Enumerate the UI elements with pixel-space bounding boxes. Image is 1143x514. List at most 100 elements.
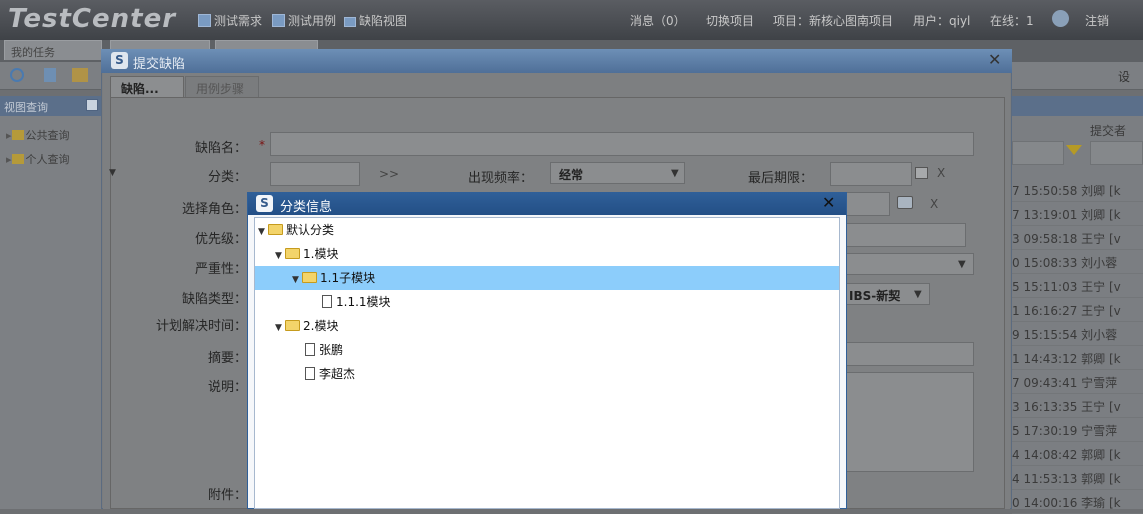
nav-defect-view[interactable]: 缺陷视图	[344, 12, 407, 29]
tree-node-root[interactable]: ▼ 默认分类	[258, 218, 334, 242]
clear-role-button[interactable]: X	[930, 197, 938, 211]
tree-node-submodule[interactable]: ▼ 1.1子模块	[292, 266, 375, 290]
category-pick-button[interactable]: >>	[379, 167, 399, 181]
grid-row[interactable]: 1 14:43:12 郭卿 [k	[1012, 346, 1143, 370]
grid-col-submitter[interactable]: 提交者	[1090, 122, 1126, 139]
defect-type-value: IBS-新契	[849, 289, 901, 303]
tree-node-submodule-label: 1.1子模块	[320, 271, 376, 285]
defect-view-icon	[344, 17, 356, 27]
close-icon[interactable]: ✕	[988, 50, 1001, 69]
sidebar-item-public-label: 公共查询	[25, 129, 70, 142]
sidebar-item-personal-query[interactable]: ▸ 个人查询	[6, 151, 70, 167]
nav-defect-view-label: 缺陷视图	[359, 14, 408, 28]
grid-row[interactable]: 3 09:58:18 王宁 [v	[1012, 226, 1143, 250]
nav-testcases-label: 测试用例	[288, 14, 337, 28]
role-input[interactable]	[846, 192, 890, 216]
sidebar-item-public-query[interactable]: ▸ 公共查询	[6, 127, 70, 143]
bg-grid-header-bar	[1012, 96, 1143, 116]
calendar-icon[interactable]	[915, 167, 928, 179]
refresh-icon[interactable]	[10, 68, 24, 82]
grid-row[interactable]: 7 13:19:01 刘卿 [k	[1012, 202, 1143, 226]
logout-link[interactable]: 注销	[1085, 12, 1109, 29]
nav-requirements-label: 测试需求	[214, 14, 263, 28]
users-icon[interactable]	[72, 68, 88, 82]
testcases-icon	[272, 14, 285, 27]
file-icon	[322, 295, 332, 308]
tab-case-steps[interactable]: 用例步骤	[185, 76, 259, 98]
close-icon[interactable]: ✕	[822, 193, 835, 212]
label-defect-name: 缺陷名：	[194, 141, 247, 156]
settings-link[interactable]: 设	[1118, 68, 1130, 85]
tree-node-file-zhangpeng[interactable]: 张鹏	[305, 338, 343, 362]
grid-row[interactable]: 3 16:13:35 王宁 [v	[1012, 394, 1143, 418]
expand-arrow-icon[interactable]: ▼	[292, 268, 302, 292]
required-mark: *	[259, 138, 265, 152]
logout-icon[interactable]	[1052, 10, 1069, 27]
grid-row[interactable]: 4 11:53:13 郭卿 [k	[1012, 466, 1143, 490]
bg-tab-my-tasks[interactable]: 我的任务	[4, 40, 102, 60]
grid-row[interactable]: 7 09:43:41 宁雪萍	[1012, 370, 1143, 394]
frequency-select[interactable]: 经常	[550, 162, 685, 184]
grid-row[interactable]: 1 16:16:27 王宁 [v	[1012, 298, 1143, 322]
expand-arrow-icon[interactable]: ▼	[275, 316, 285, 340]
grid-filter-input-2[interactable]	[1090, 141, 1143, 165]
file-icon	[305, 367, 315, 380]
collapse-toggle-icon[interactable]: ▼	[109, 168, 116, 178]
grid-filter-input[interactable]	[1012, 141, 1064, 165]
tree-node-root-label: 默认分类	[286, 223, 335, 237]
dialog-logo-icon: S	[111, 52, 128, 69]
filter-icon[interactable]	[44, 68, 56, 82]
clear-deadline-button[interactable]: X	[937, 166, 945, 180]
grid-row[interactable]: 7 15:50:58 刘卿 [k	[1012, 178, 1143, 202]
expand-arrow-icon[interactable]: ▼	[275, 244, 285, 268]
funnel-icon[interactable]	[1066, 145, 1082, 155]
grid-row[interactable]: 4 14:08:42 郭卿 [k	[1012, 442, 1143, 466]
nav-testcases[interactable]: 测试用例	[272, 12, 336, 29]
expand-arrow-icon[interactable]: ▼	[258, 220, 268, 244]
label-frequency: 出现频率：	[468, 171, 534, 186]
label-category: 分类：	[207, 170, 247, 185]
app-logo: TestCenter	[8, 4, 177, 34]
nav-requirements[interactable]: 测试需求	[198, 12, 262, 29]
grid-row[interactable]: 0 14:00:16 李瑜 [k	[1012, 490, 1143, 514]
folder-icon	[268, 224, 283, 235]
chevron-down-icon[interactable]: ▼	[914, 289, 922, 300]
file-icon	[305, 343, 315, 356]
folder-icon	[302, 272, 317, 283]
frequency-value: 经常	[559, 168, 584, 182]
tree-node-module1[interactable]: ▼ 1.模块	[275, 242, 338, 266]
summary-input[interactable]	[846, 342, 974, 366]
tree-node-file-lichaojie[interactable]: 李超杰	[305, 362, 355, 386]
sidebar-item-personal-label: 个人查询	[25, 153, 70, 166]
severity-select[interactable]	[846, 253, 974, 275]
grid-row[interactable]: 0 15:08:33 刘小蓉	[1012, 250, 1143, 274]
deadline-input[interactable]	[830, 162, 912, 186]
category-input[interactable]	[270, 162, 360, 186]
category-dialog-title: 分类信息	[248, 193, 846, 215]
label-deadline: 最后期限：	[748, 171, 814, 186]
tab-defect[interactable]: 缺陷...	[110, 76, 184, 98]
tree-node-file1-label: 张鹏	[319, 343, 344, 357]
grid-row[interactable]: 5 17:30:19 宁雪萍	[1012, 418, 1143, 442]
switch-project-link[interactable]: 切换项目	[706, 12, 754, 29]
grid-row[interactable]: 9 15:15:54 刘小蓉	[1012, 322, 1143, 346]
dialog-logo-icon: S	[256, 195, 273, 212]
chevron-down-icon[interactable]: ▼	[671, 168, 679, 179]
description-textarea[interactable]	[846, 372, 974, 472]
folder-icon	[285, 320, 300, 331]
tree-node-leaf-module[interactable]: 1.1.1模块	[322, 290, 391, 314]
sidebar-checkbox[interactable]	[86, 99, 98, 111]
grid-row[interactable]: 5 15:11:03 王宁 [v	[1012, 274, 1143, 298]
label-attachment: 附件：	[207, 488, 247, 503]
tree-node-module2-label: 2.模块	[303, 319, 339, 333]
lookup-icon[interactable]	[897, 196, 913, 209]
chevron-down-icon[interactable]: ▼	[958, 259, 966, 270]
user-label: 用户：qiyl	[913, 14, 971, 28]
label-priority: 优先级：	[194, 232, 247, 247]
tree-node-module2[interactable]: ▼ 2.模块	[275, 314, 338, 338]
tree-node-leaf-label: 1.1.1模块	[336, 295, 391, 309]
messages-link[interactable]: 消息（0）	[630, 12, 686, 29]
priority-input[interactable]	[846, 223, 966, 247]
defect-name-input[interactable]	[270, 132, 974, 156]
bg-tab-my-tasks-label: 我的任务	[11, 46, 55, 59]
